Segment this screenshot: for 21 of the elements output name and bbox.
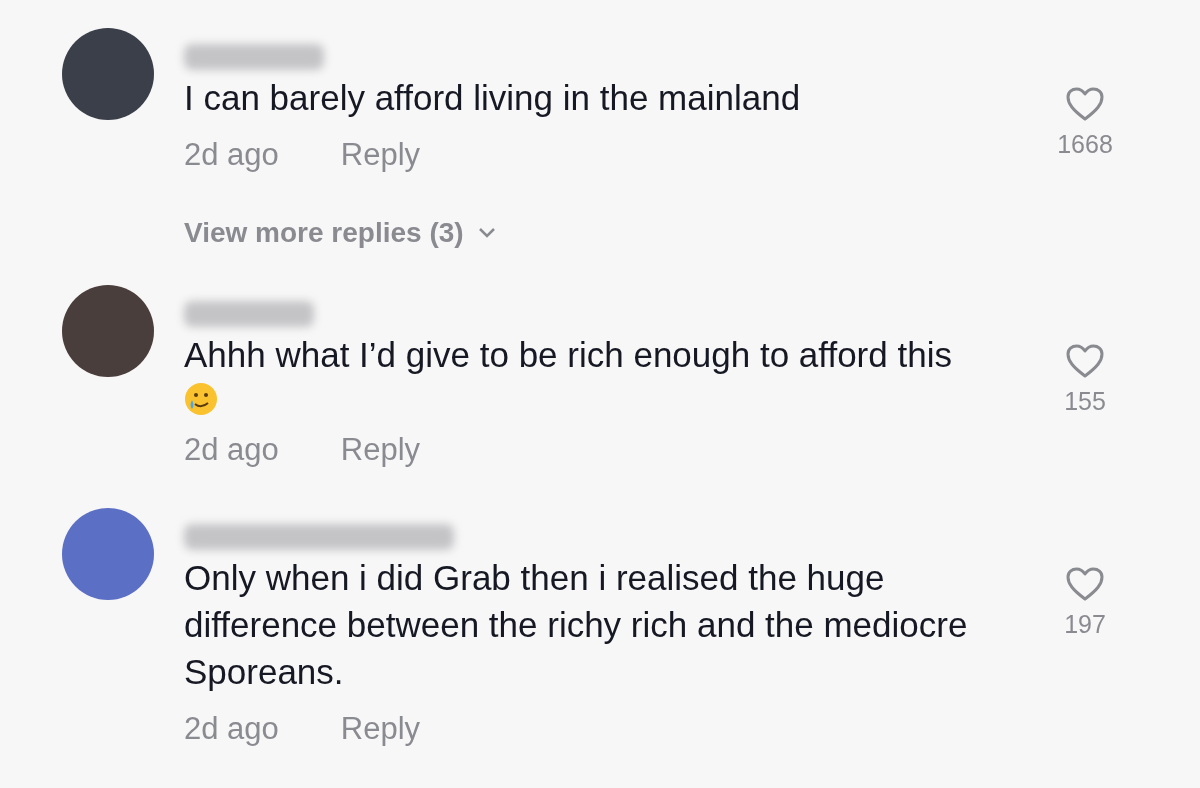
heart-icon (1065, 343, 1105, 379)
like-count: 155 (1064, 387, 1106, 416)
comment-text: Ahhh what I’d give to be rich enough to afford this (184, 334, 953, 376)
comment-text: I can barely afford living in the mainland (184, 77, 802, 119)
timestamp: 2d ago (184, 137, 279, 173)
heart-icon (1065, 86, 1105, 122)
comment-text: Only when i did Grab then i realised the huge difference between the richy rich and the mediocre Sporeans. (184, 557, 969, 693)
crying-smile-emoji-icon (184, 382, 218, 416)
like-count: 197 (1064, 610, 1106, 639)
reply-button[interactable]: Reply (340, 711, 421, 747)
like-button[interactable] (1065, 343, 1105, 379)
timestamp: 2d ago (184, 432, 279, 468)
view-more-replies-button[interactable]: View more replies (3) (184, 217, 1030, 249)
timestamp: 2d ago (184, 711, 279, 747)
heart-icon (1065, 566, 1105, 602)
reply-button[interactable]: Reply (340, 432, 421, 468)
like-button[interactable] (1065, 566, 1105, 602)
chevron-down-icon (477, 227, 496, 239)
like-count: 1668 (1057, 130, 1113, 159)
like-button[interactable] (1065, 86, 1105, 122)
reply-button[interactable]: Reply (340, 137, 421, 173)
